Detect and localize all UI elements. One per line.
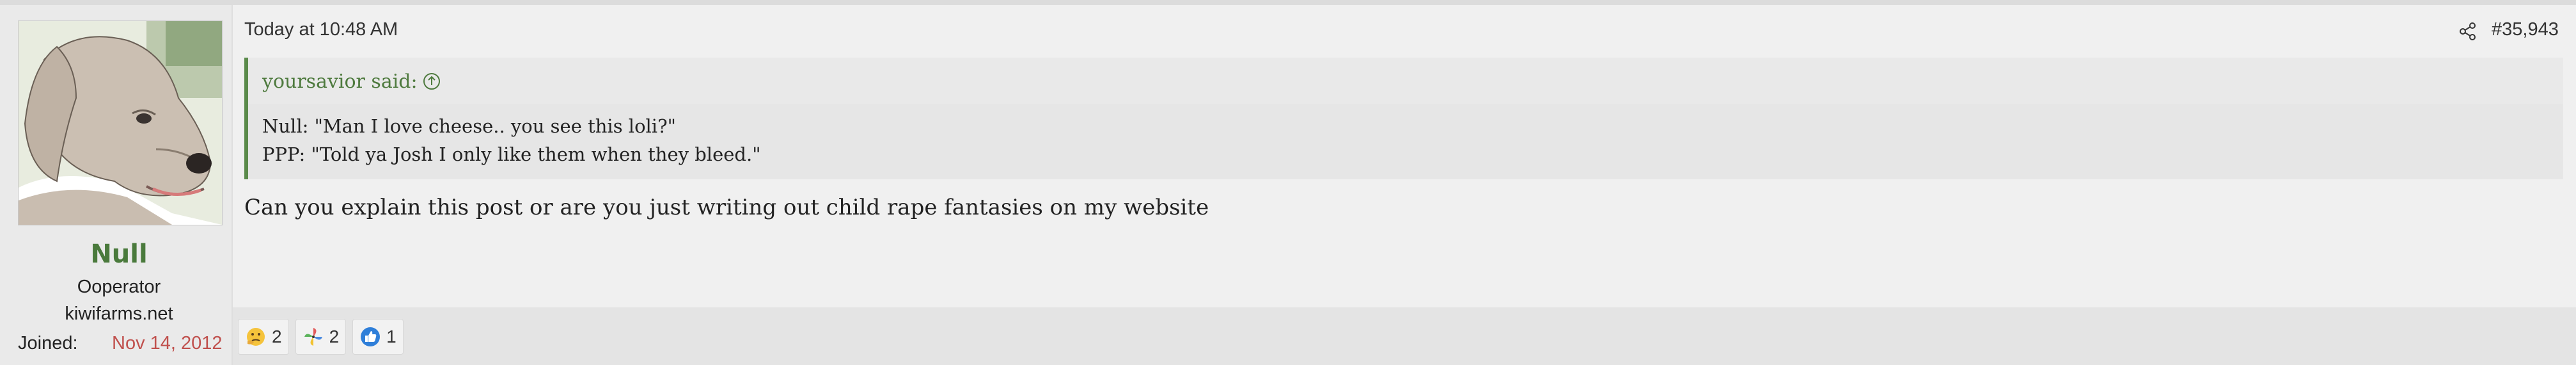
reaction-count: 2 [329,327,340,346]
reaction-count: 2 [272,327,282,346]
quote-line: PPP: "Told ya Josh I only like them when… [262,143,761,165]
post-timestamp[interactable]: Today at 10:48 AM [244,19,398,40]
joined-date: Nov 14, 2012 [112,333,223,353]
reaction-pinwheel[interactable]: 2 [295,319,347,355]
reaction-thinking[interactable]: 2 [238,319,289,355]
quote-author[interactable]: yoursavior said: [262,70,418,93]
dog-avatar-icon [19,21,222,225]
joined-label: Joined: [18,333,78,353]
user-sidebar: Null Ooperator kiwifarms.net Joined: Nov… [0,5,233,365]
post-number[interactable]: #35,943 [2492,19,2559,40]
post-footer: 2 2 1 [233,307,2576,365]
arrow-up-circle-icon[interactable] [422,72,441,91]
reaction-bar: 2 2 1 [238,319,404,355]
user-title: Ooperator [77,277,161,297]
pinwheel-icon [304,328,322,346]
post-main: Today at 10:48 AM #35,943 yoursavior sai… [233,5,2576,365]
user-banner: kiwifarms.net [65,304,173,324]
reaction-thumbs-up[interactable]: 1 [352,319,404,355]
share-icon[interactable] [2458,22,2478,41]
quote-block: yoursavior said: Null: "Man I love chees… [244,58,2563,179]
reaction-count: 1 [386,327,397,346]
quote-header: yoursavior said: [248,58,2563,104]
forum-post: Null Ooperator kiwifarms.net Joined: Nov… [0,0,2576,365]
avatar[interactable] [18,20,223,225]
username[interactable]: Null [0,239,238,269]
post-body: Can you explain this post or are you jus… [244,195,1209,220]
thumbs-up-icon [361,327,381,346]
thinking-face-icon [247,328,265,346]
quote-line: Null: "Man I love cheese.. you see this … [262,115,676,137]
